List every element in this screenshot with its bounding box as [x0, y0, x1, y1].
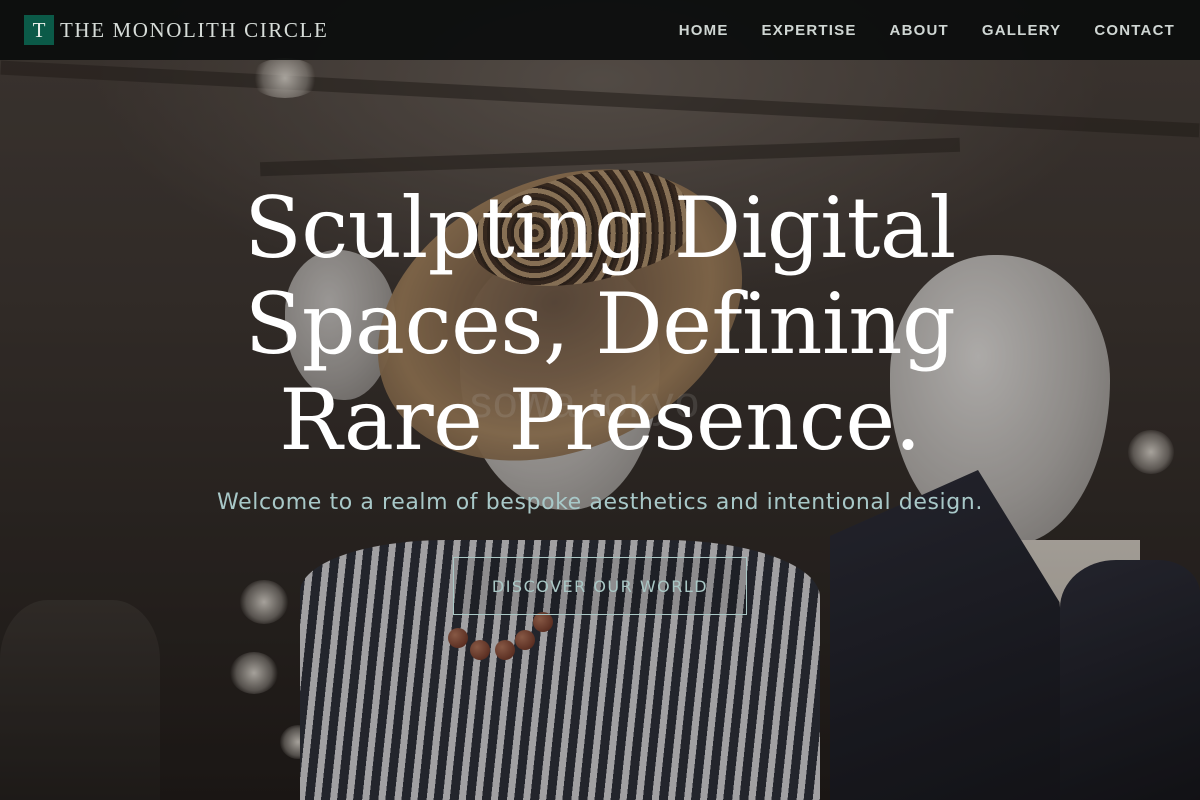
discover-button[interactable]: DISCOVER OUR WORLD	[453, 557, 747, 615]
nav-item-contact[interactable]: CONTACT	[1094, 22, 1175, 39]
brand-logo[interactable]: T THE MONOLITH CIRCLE	[24, 15, 328, 45]
main-nav: HOME EXPERTISE ABOUT GALLERY CONTACT	[679, 22, 1176, 39]
nav-item-expertise[interactable]: EXPERTISE	[762, 22, 857, 39]
hero-subtitle: Welcome to a realm of bespoke aesthetics…	[217, 490, 983, 515]
brand-name: THE MONOLITH CIRCLE	[60, 17, 329, 42]
hero-title-line: Rare Presence.	[279, 371, 921, 469]
nav-item-about[interactable]: ABOUT	[890, 22, 949, 39]
hero-title-line: Sculpting Digital	[244, 179, 956, 277]
hero-section: Sculpting Digital Spaces, Defining Rare …	[0, 180, 1200, 615]
hero-title: Sculpting Digital Spaces, Defining Rare …	[220, 180, 980, 468]
nav-item-home[interactable]: HOME	[679, 22, 729, 39]
hero-title-line: Spaces, Defining	[244, 275, 956, 373]
site-header: T THE MONOLITH CIRCLE HOME EXPERTISE ABO…	[0, 0, 1200, 60]
brand-mark-icon: T	[24, 15, 54, 45]
nav-item-gallery[interactable]: GALLERY	[982, 22, 1062, 39]
